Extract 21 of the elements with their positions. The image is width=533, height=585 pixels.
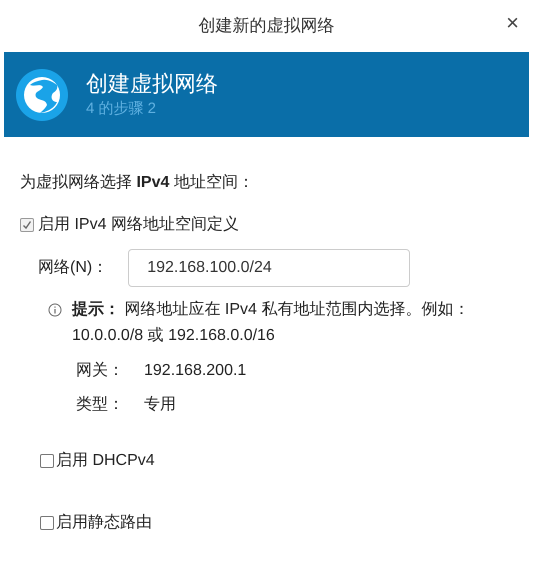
checkbox[interactable]	[40, 516, 54, 530]
step-indicator: 4 的步骤 2	[86, 101, 158, 116]
detail-value: 192.168.200.1	[144, 361, 246, 381]
field-label: 网络(N)：	[38, 258, 108, 278]
detail-label: 类型：	[76, 394, 124, 415]
checkbox[interactable]	[20, 218, 34, 232]
checkmark-icon	[22, 220, 32, 230]
checkbox[interactable]	[40, 454, 54, 468]
checkbox-label: 启用 DHCPv4	[56, 450, 155, 471]
detail-value: 专用	[144, 394, 176, 415]
detail-label: 网关：	[76, 360, 124, 381]
info-icon	[48, 303, 62, 317]
section-heading: 为虚拟网络选择 IPv4 地址空间：	[20, 172, 255, 193]
globe-icon	[16, 68, 68, 120]
banner-title: 创建虚拟网络	[86, 73, 218, 95]
hint-text: 提示： 网络地址应在 IPv4 私有地址范围内选择。例如：10.0.0.0/8 或 192.168.0.0/16	[72, 300, 470, 346]
checkbox-label: 启用静态路由	[56, 512, 152, 533]
close-button[interactable]: ×	[506, 12, 519, 34]
network-field[interactable]: 192.168.100.0/24	[128, 249, 410, 287]
window-title: 创建新的虚拟网络	[198, 15, 334, 38]
checkbox-label: 启用 IPv4 网络地址空间定义	[38, 214, 239, 235]
